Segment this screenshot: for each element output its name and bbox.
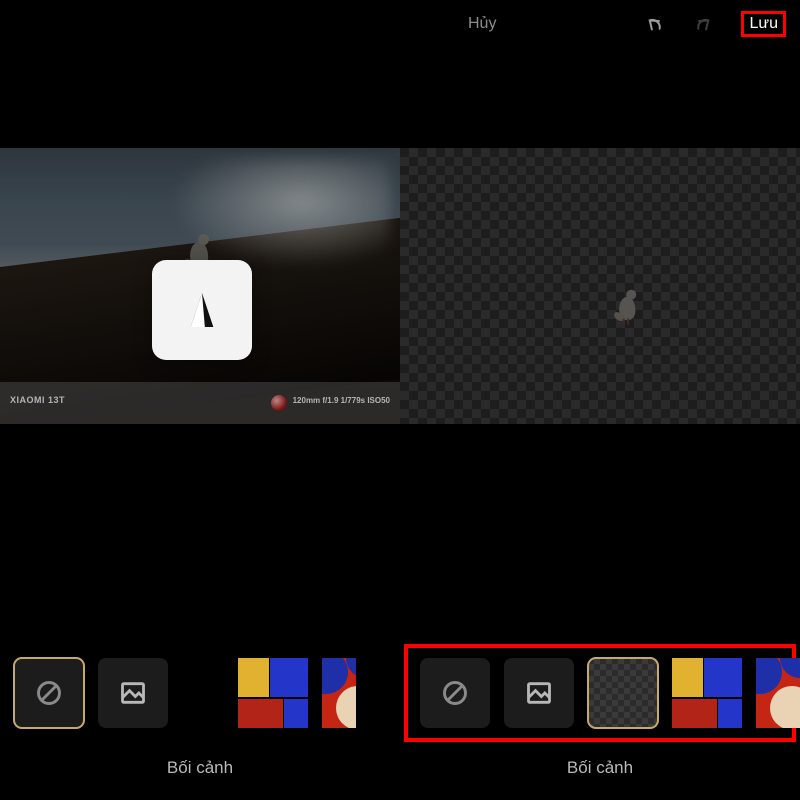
bird-cutout [614,286,645,324]
swatch-circles[interactable] [322,658,356,728]
cutout-preview [400,148,800,424]
background-swatch-row [410,652,800,734]
processing-indicator [152,260,252,360]
section-label: Bối cảnh [400,758,800,778]
photo-preview: XIAOMI 13T 120mm f/1.9 1/779s ISO50 [0,148,400,424]
background-swatch-row [14,652,356,734]
swatch-image[interactable] [504,658,574,728]
image-icon [525,679,553,707]
top-bar: Hủy Lưu [400,0,800,48]
leica-badge-icon [271,395,287,411]
none-icon [441,679,469,707]
swatch-transparent[interactable] [588,658,658,728]
watermark-strip: XIAOMI 13T 120mm f/1.9 1/779s ISO50 [0,382,400,424]
watermark-device: XIAOMI 13T [10,395,65,405]
none-icon [35,679,63,707]
swatch-color-blocks[interactable] [238,658,308,728]
metronome-icon [185,290,219,330]
section-label: Bối cảnh [0,758,400,778]
image-icon [119,679,147,707]
save-button[interactable]: Lưu [743,13,784,35]
transparent-checker [400,148,800,424]
editor-screen-right: Hủy Lưu [400,0,800,800]
undo-icon[interactable] [643,13,665,35]
swatch-circles[interactable] [756,658,800,728]
cancel-button[interactable]: Hủy [468,15,496,33]
swatch-image[interactable] [98,658,168,728]
editor-screen-left: XIAOMI 13T 120mm f/1.9 1/779s ISO50 [0,0,400,800]
redo-icon[interactable] [693,13,715,35]
swatch-color-blocks[interactable] [672,658,742,728]
swatch-none[interactable] [14,658,84,728]
watermark-exif: 120mm f/1.9 1/779s ISO50 [293,396,390,405]
swatch-none[interactable] [420,658,490,728]
